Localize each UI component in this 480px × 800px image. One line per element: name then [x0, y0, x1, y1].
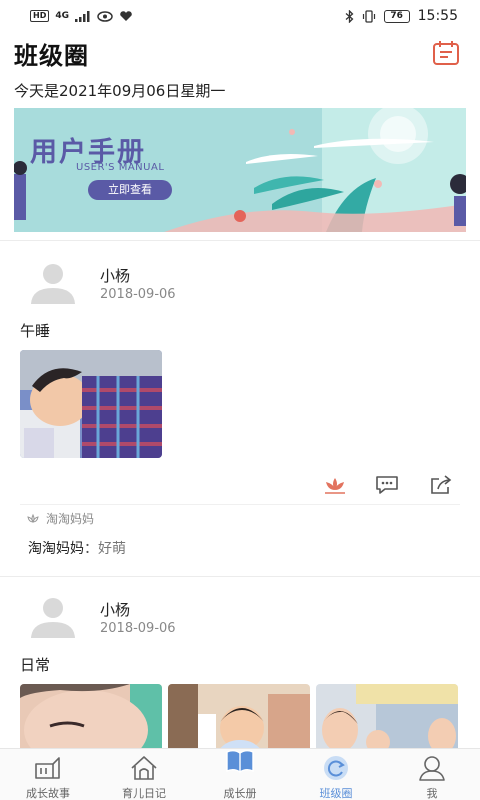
- post-date: 2018-09-06: [100, 621, 176, 636]
- status-left: HD 4G: [30, 10, 133, 22]
- liked-by-name[interactable]: 淘淘妈妈: [46, 510, 94, 527]
- clock: 15:55: [417, 8, 458, 24]
- hd-badge: HD: [30, 10, 50, 22]
- post-photo[interactable]: [20, 350, 162, 458]
- status-right: 76 15:55: [345, 8, 458, 24]
- post-photo[interactable]: [20, 684, 162, 754]
- comment-row: 淘淘妈妈：好萌: [28, 538, 126, 558]
- tab-parenting-diary[interactable]: 育儿日记: [96, 749, 192, 800]
- signal-icon: [75, 10, 90, 22]
- bottom-tab-bar: 成长故事 育儿日记 成长册 班级圈 我: [0, 748, 480, 800]
- section-divider: [0, 576, 480, 577]
- post-separator: [20, 504, 460, 505]
- avatar-icon[interactable]: [28, 260, 78, 304]
- post-text: 日常: [20, 656, 51, 674]
- tab-label: 我: [426, 787, 438, 800]
- post-date: 2018-09-06: [100, 287, 176, 302]
- status-bar: HD 4G 76 15:55: [0, 0, 480, 32]
- book-icon: [226, 750, 254, 773]
- vibrate-icon: [362, 9, 375, 23]
- house-icon: [131, 756, 157, 780]
- post-text: 午睡: [20, 322, 51, 340]
- share-button[interactable]: [428, 474, 454, 496]
- tab-growth-story[interactable]: 成长故事: [0, 749, 96, 800]
- tab-growth-album[interactable]: 成长册: [192, 749, 288, 800]
- small-flower-icon: [27, 513, 39, 523]
- today-date: 今天是2021年09月06日星期一: [14, 82, 226, 100]
- tab-label: 育儿日记: [122, 787, 166, 800]
- author-name[interactable]: 小杨: [100, 265, 130, 286]
- bluetooth-icon: [345, 9, 354, 23]
- share-icon: [431, 475, 452, 494]
- heart-icon: [120, 10, 132, 21]
- user-icon: [419, 756, 445, 781]
- comment-text: 好萌: [98, 541, 126, 557]
- refresh-icon: [324, 756, 348, 780]
- comment-user[interactable]: 淘淘妈妈: [28, 541, 84, 557]
- comment-separator: ：: [84, 541, 98, 557]
- calendar-icon: [433, 41, 459, 65]
- user-manual-banner[interactable]: 用户手册 USER'S MANUAL 立即查看: [14, 108, 466, 232]
- page-title: 班级圈: [14, 42, 89, 70]
- calendar-button[interactable]: [432, 40, 460, 66]
- eye-icon: [97, 10, 113, 22]
- photo-image: [316, 684, 458, 754]
- avatar-icon[interactable]: [28, 594, 78, 638]
- view-now-button[interactable]: 立即查看: [88, 180, 172, 200]
- tab-label: 成长故事: [26, 787, 70, 800]
- liked-by-row: 淘淘妈妈: [26, 510, 94, 527]
- tab-me[interactable]: 我: [384, 749, 480, 800]
- story-icon: [35, 757, 60, 779]
- tab-class-circle[interactable]: 班级圈: [288, 749, 384, 800]
- author-name[interactable]: 小杨: [100, 599, 130, 620]
- network-label: 4G: [55, 11, 69, 21]
- like-button[interactable]: [322, 474, 348, 496]
- comment-icon: [376, 476, 398, 494]
- flower-like-icon: [325, 478, 345, 494]
- banner-subtitle: USER'S MANUAL: [76, 162, 165, 173]
- photo-image: [20, 684, 162, 754]
- battery-indicator: 76: [383, 9, 410, 23]
- tab-label: 班级圈: [319, 787, 353, 800]
- comment-button[interactable]: [374, 474, 400, 496]
- photo-image: [20, 350, 162, 458]
- post-photo[interactable]: [316, 684, 458, 754]
- section-divider: [0, 240, 480, 241]
- tab-label: 成长册: [223, 787, 257, 800]
